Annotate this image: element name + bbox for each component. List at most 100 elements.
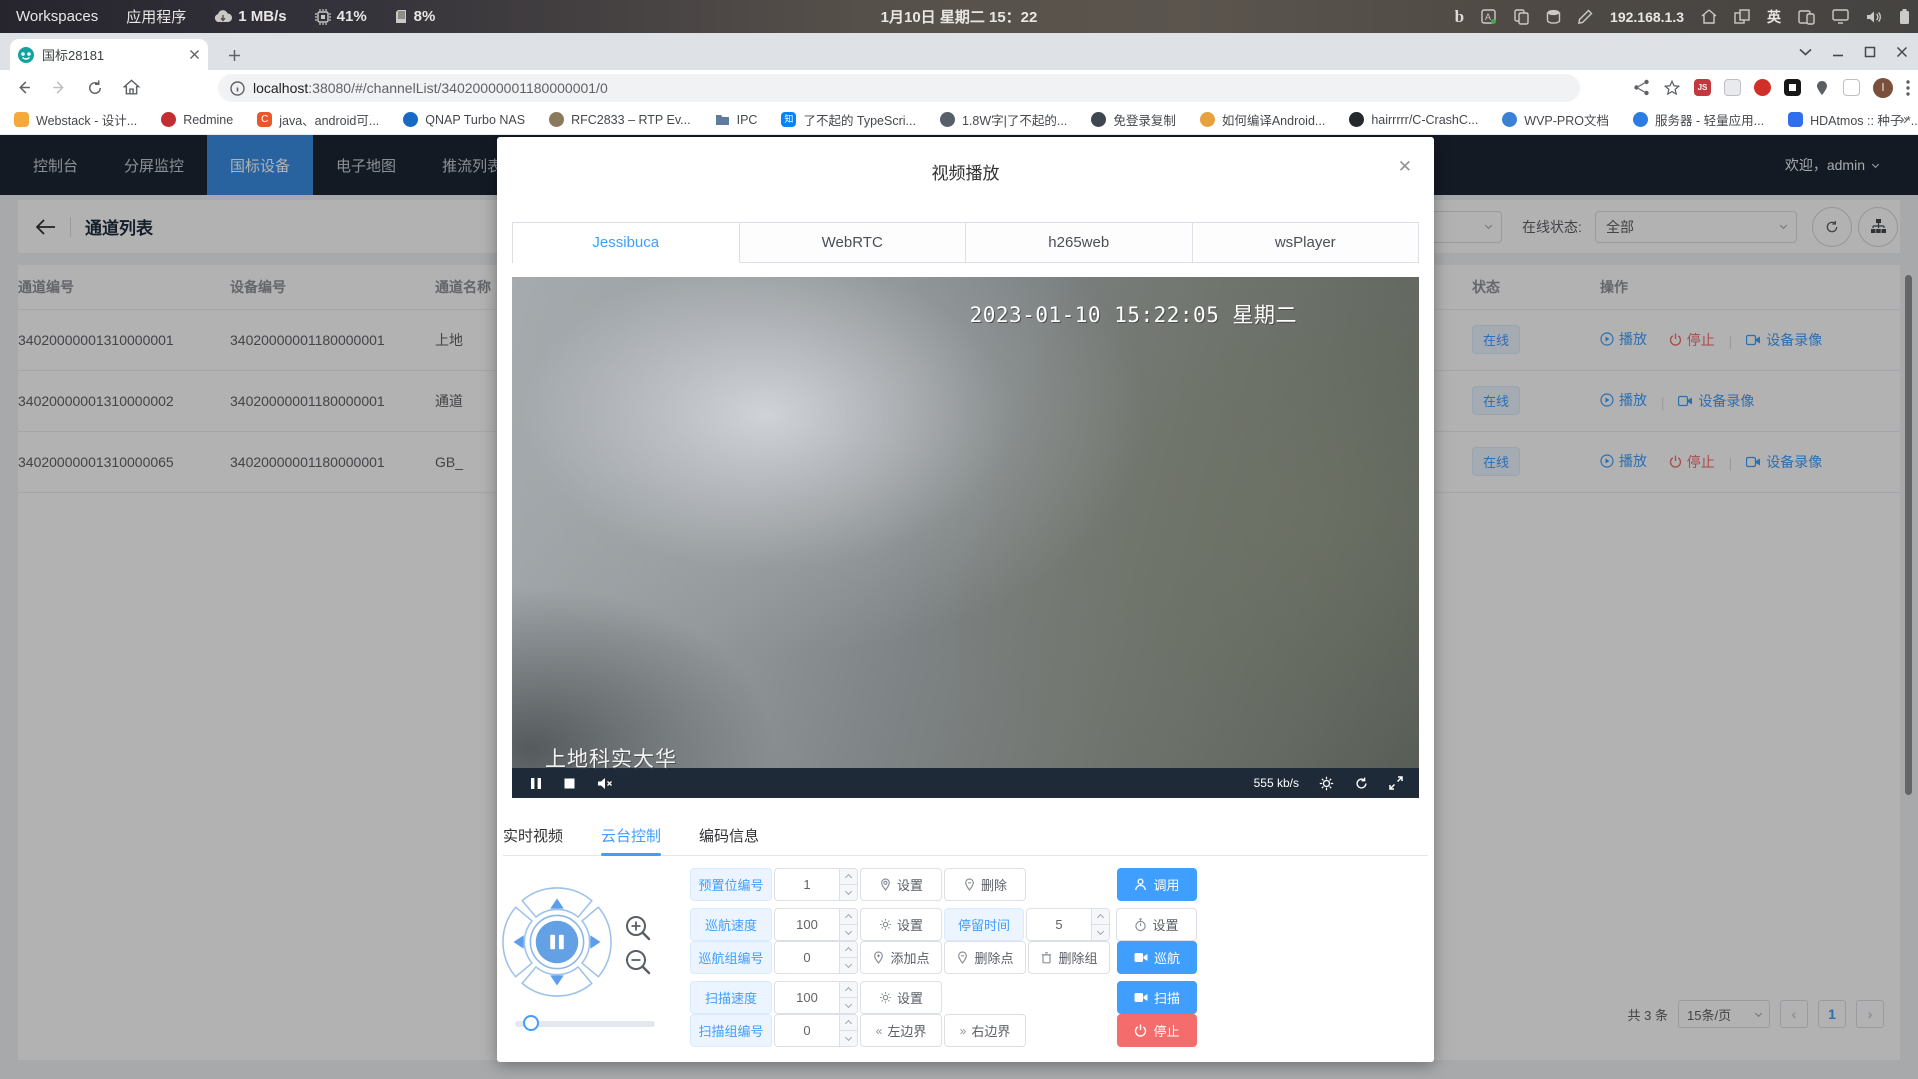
extension-print-icon[interactable]: [1724, 79, 1741, 96]
window-minimize-icon[interactable]: [1832, 46, 1844, 58]
site-info-icon[interactable]: [230, 81, 245, 96]
ip-address[interactable]: 192.168.1.3: [1610, 9, 1684, 25]
slider-handle[interactable]: [523, 1015, 539, 1031]
extension-blocker-icon[interactable]: [1754, 79, 1771, 96]
bookmark-item[interactable]: WVP-PRO文档: [1502, 110, 1609, 129]
bookmark-item[interactable]: hairrrrr/C-CrashC...: [1349, 112, 1478, 127]
cruise-group-input[interactable]: 0: [774, 941, 858, 974]
player-settings-icon[interactable]: [1319, 776, 1334, 791]
preset-call-button[interactable]: 调用: [1117, 868, 1197, 901]
bookmark-item[interactable]: Webstack - 设计...: [14, 110, 137, 129]
preset-set-button[interactable]: 设置: [860, 868, 942, 901]
extension-dark-icon[interactable]: [1784, 79, 1801, 96]
player-refresh-icon[interactable]: [1354, 776, 1369, 791]
browser-tab[interactable]: 国标28181: [10, 39, 208, 70]
cruise-speed-input[interactable]: 100: [774, 908, 858, 941]
tab-webrtc[interactable]: WebRTC: [740, 223, 967, 263]
address-bar[interactable]: localhost:38080/#/channelList/3402000000…: [218, 74, 1580, 102]
ptz-stop-button[interactable]: 停止: [1117, 1014, 1197, 1047]
clock[interactable]: 1月10日 星期二 15：22: [881, 0, 1038, 33]
home-icon[interactable]: [1701, 9, 1717, 24]
tab-jessibuca[interactable]: Jessibuca: [513, 223, 740, 263]
scan-speed-input[interactable]: 100: [774, 981, 858, 1014]
ptz-direction-pad[interactable]: [499, 884, 615, 1000]
delete-point-button[interactable]: 删除点: [944, 941, 1026, 974]
home-button[interactable]: [116, 73, 146, 103]
scan-speed-set-button[interactable]: 设置: [860, 981, 942, 1014]
right-boundary-button[interactable]: »右边界: [944, 1014, 1026, 1047]
bing-icon[interactable]: b: [1455, 7, 1464, 27]
cpu-usage: 41%: [315, 8, 367, 25]
stay-time-input[interactable]: 5: [1026, 908, 1110, 941]
window-close-icon[interactable]: [1896, 46, 1908, 58]
bookmarks-overflow-chevron[interactable]: »: [1900, 111, 1908, 128]
bookmark-item[interactable]: 服务器 - 轻量应用...: [1633, 110, 1764, 129]
profile-avatar[interactable]: l: [1873, 78, 1893, 98]
bookmark-item[interactable]: QNAP Turbo NAS: [403, 112, 525, 127]
battery-icon[interactable]: [1899, 8, 1910, 25]
stay-time-set-button[interactable]: 设置: [1116, 908, 1197, 941]
applications-button[interactable]: 应用程序: [126, 6, 186, 27]
cruise-button[interactable]: 巡航: [1117, 941, 1197, 974]
dialog-close-icon[interactable]: ✕: [1398, 157, 1412, 177]
pause-icon[interactable]: [530, 777, 542, 790]
tab-wsplayer[interactable]: wsPlayer: [1193, 223, 1419, 263]
folder-icon: [715, 112, 730, 127]
bookmark-folder[interactable]: IPC: [715, 112, 758, 127]
bookmark-item[interactable]: 如何编译Android...: [1200, 110, 1326, 129]
tab-live-video[interactable]: 实时视频: [503, 815, 563, 855]
bookmark-item[interactable]: Redmine: [161, 112, 233, 127]
browser-menu-icon[interactable]: [1906, 80, 1910, 96]
zoom-out-icon[interactable]: [623, 947, 653, 977]
extension-js-icon[interactable]: JS: [1694, 79, 1711, 96]
window-menu-icon[interactable]: [1799, 48, 1812, 56]
delete-group-button[interactable]: 删除组: [1028, 941, 1110, 974]
bookmark-star-icon[interactable]: [1663, 79, 1681, 97]
add-point-button[interactable]: 添加点: [860, 941, 942, 974]
tab-close-icon[interactable]: [189, 49, 200, 60]
bookmark-item[interactable]: 1.8W字|了不起的...: [940, 110, 1067, 129]
ime-indicator[interactable]: 英: [1767, 7, 1781, 27]
pin-icon: [879, 878, 892, 891]
zoom-in-icon[interactable]: [623, 913, 653, 943]
preset-number-input[interactable]: 1: [774, 868, 858, 901]
extension-pin-icon[interactable]: [1814, 80, 1830, 96]
clipboard-icon[interactable]: [1514, 9, 1529, 25]
new-tab-button[interactable]: [222, 43, 246, 67]
video-play-dialog: 视频播放 ✕ Jessibuca WebRTC h265web wsPlayer…: [497, 137, 1434, 1062]
back-button[interactable]: [8, 73, 38, 103]
window-maximize-icon[interactable]: [1864, 46, 1876, 58]
stop-icon[interactable]: [564, 778, 575, 789]
left-boundary-button[interactable]: «左边界: [860, 1014, 942, 1047]
scan-group-input[interactable]: 0: [774, 1014, 858, 1047]
workspaces-button[interactable]: Workspaces: [16, 8, 98, 25]
tab-ptz-control[interactable]: 云台控制: [601, 815, 661, 855]
cruise-speed-set-button[interactable]: 设置: [860, 908, 942, 941]
display-icon[interactable]: [1832, 9, 1849, 24]
screenshot-pen-icon[interactable]: [1578, 9, 1593, 25]
bookmark-item[interactable]: 知了不起的 TypeScri...: [781, 110, 916, 129]
preset-delete-button[interactable]: 删除: [944, 868, 1026, 901]
tab-h265web[interactable]: h265web: [966, 223, 1193, 263]
bookmark-item[interactable]: RFC2833 – RTP Ev...: [549, 112, 691, 127]
ptz-speed-slider[interactable]: [515, 1021, 655, 1027]
translate-icon[interactable]: A: [1481, 9, 1497, 25]
bookmark-item[interactable]: Cjava、android可...: [257, 110, 379, 129]
recorder-icon[interactable]: [1546, 9, 1561, 25]
volume-icon[interactable]: [1866, 10, 1882, 24]
bookmark-item[interactable]: HDAtmos :: 种子 *...: [1788, 110, 1918, 129]
forward-button[interactable]: [44, 73, 74, 103]
browser-tab-strip: 国标28181: [0, 33, 1918, 70]
volume-muted-icon[interactable]: [597, 777, 613, 790]
reload-button[interactable]: [80, 73, 110, 103]
workspaces-switcher-icon[interactable]: [1734, 9, 1750, 25]
bookmark-item[interactable]: 免登录复制: [1091, 110, 1176, 129]
share-icon[interactable]: [1633, 79, 1650, 96]
tab-codec-info[interactable]: 编码信息: [699, 815, 759, 855]
fullscreen-icon[interactable]: [1389, 776, 1403, 790]
extension-blank-icon[interactable]: [1843, 79, 1860, 96]
scan-button[interactable]: 扫描: [1117, 981, 1197, 1014]
video-player[interactable]: 2023-01-10 15:22:05 星期二 上地科实大华 555 kb/s: [512, 277, 1419, 798]
scan-group-label: 扫描组编号: [690, 1014, 772, 1047]
phonelink-icon[interactable]: [1798, 9, 1815, 25]
